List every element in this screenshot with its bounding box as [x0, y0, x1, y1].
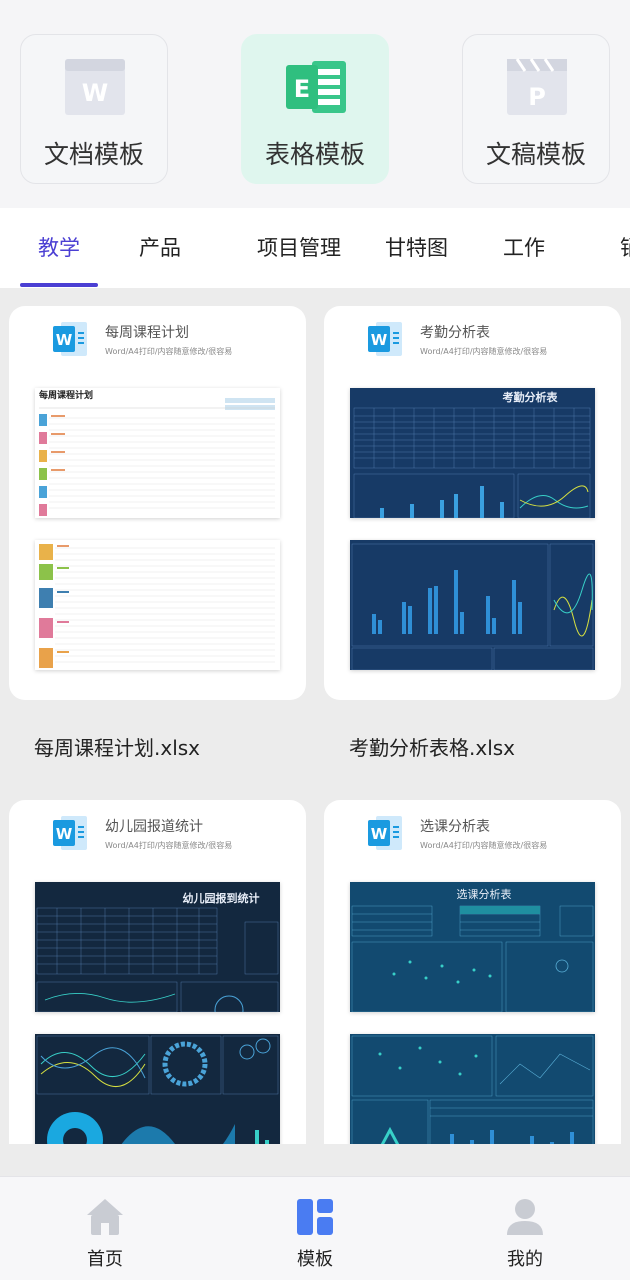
template-icon [297, 1199, 333, 1235]
template-subtitle: Word/A4打印/内容随意修改/很容易 [105, 347, 233, 356]
word-file-icon: W [368, 816, 402, 850]
word-file-icon: W [53, 816, 87, 850]
word-file-icon: W [53, 322, 87, 356]
category-presentation-templates[interactable]: P 文稿模板 [462, 34, 610, 184]
tab-teaching[interactable]: 教学 [38, 232, 80, 262]
svg-text:W: W [56, 825, 73, 843]
svg-text:W: W [371, 825, 388, 843]
template-card[interactable]: W 选课分析表 Word/A4打印/内容随意修改/很容易 选课分析表 [324, 800, 621, 1144]
template-title: 选课分析表 [420, 819, 490, 835]
template-filename: 考勤分析表格.xlsx [349, 736, 516, 760]
tab-work[interactable]: 工作 [503, 232, 545, 262]
nav-templates[interactable]: 模板 [265, 1195, 365, 1271]
preview-title: 考勤分析表 [503, 390, 559, 404]
template-card[interactable]: W 每周课程计划 Word/A4打印/内容随意修改/很容易 每周课程计划 [9, 306, 306, 700]
profile-icon [507, 1199, 543, 1235]
nav-home[interactable]: 首页 [55, 1195, 155, 1271]
preview-title: 每周课程计划 [39, 389, 93, 401]
active-tab-indicator [20, 283, 98, 287]
tab-project-management[interactable]: 项目管理 [257, 232, 341, 262]
tab-sales[interactable]: 销 [620, 232, 630, 262]
category-label: 文档模板 [43, 140, 144, 169]
template-title: 每周课程计划 [105, 325, 189, 341]
preview-title: 选课分析表 [457, 887, 512, 901]
nav-profile[interactable]: 我的 [475, 1195, 575, 1271]
category-spreadsheet-templates[interactable]: E 表格模板 [241, 34, 389, 184]
template-preview-page-2 [35, 1034, 280, 1144]
home-icon [87, 1199, 123, 1235]
tab-product[interactable]: 产品 [139, 232, 181, 262]
presentation-icon: P [507, 58, 567, 115]
tab-gantt-chart[interactable]: 甘特图 [385, 232, 448, 262]
preview-title: 幼儿园报到统计 [183, 891, 260, 905]
template-preview-page-2 [350, 540, 595, 670]
svg-text:W: W [56, 331, 73, 349]
spreadsheet-icon: E [286, 61, 346, 113]
template-subtitle: Word/A4打印/内容随意修改/很容易 [105, 841, 233, 850]
category-label: 文稿模板 [485, 140, 586, 169]
bottom-navigation: 首页 模板 我的 [0, 1176, 630, 1280]
template-title: 幼儿园报道统计 [105, 819, 203, 835]
nav-label: 我的 [507, 1249, 543, 1270]
template-subtitle: Word/A4打印/内容随意修改/很容易 [420, 841, 548, 850]
word-file-icon: W [368, 322, 402, 356]
svg-text:E: E [294, 75, 310, 103]
template-preview-page-2 [350, 1034, 595, 1144]
template-title: 考勤分析表 [420, 325, 490, 341]
svg-text:P: P [528, 83, 546, 111]
template-preview-page-1: 考勤分析表 [350, 388, 595, 518]
svg-text:W: W [371, 331, 388, 349]
template-preview-page-1: 幼儿园报到统计 [35, 882, 280, 1012]
template-preview-page-1: 每周课程计划 [35, 388, 280, 518]
template-card[interactable]: W 幼儿园报道统计 Word/A4打印/内容随意修改/很容易 幼儿园报到统计 [9, 800, 306, 1144]
template-preview-page-2 [35, 540, 280, 670]
topic-tabs: 教学 产品 项目管理 甘特图 工作 销 [0, 208, 630, 288]
nav-label: 首页 [87, 1249, 123, 1270]
template-card[interactable]: W 考勤分析表 Word/A4打印/内容随意修改/很容易 考勤分析表 [324, 306, 621, 700]
svg-text:W: W [82, 79, 108, 107]
template-preview-page-1: 选课分析表 [350, 882, 595, 1012]
nav-label: 模板 [297, 1249, 333, 1270]
template-category-bar: W 文档模板 E 表格模板 P 文稿模板 [0, 0, 630, 208]
word-doc-icon: W [65, 59, 125, 115]
template-filename: 每周课程计划.xlsx [34, 736, 201, 760]
template-subtitle: Word/A4打印/内容随意修改/很容易 [420, 347, 548, 356]
template-grid: W 每周课程计划 Word/A4打印/内容随意修改/很容易 每周课程计划 每周课… [0, 288, 630, 1144]
category-label: 表格模板 [264, 140, 365, 169]
category-word-templates[interactable]: W 文档模板 [20, 34, 168, 184]
